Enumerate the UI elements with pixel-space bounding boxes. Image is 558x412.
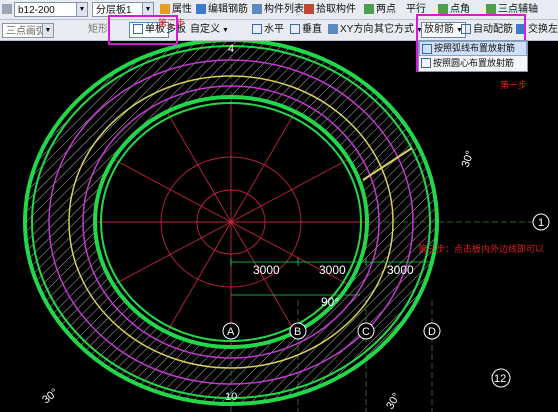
list-icon — [252, 4, 262, 15]
svg-text:B: B — [294, 326, 301, 338]
step3-annotation: 第三步：点击板内外边线即可以 — [418, 243, 544, 254]
properties-icon — [160, 4, 170, 15]
axis-marker-b[interactable]: B — [289, 322, 307, 340]
component-list-label: 构件列表 — [264, 4, 304, 15]
svg-text:12: 12 — [494, 373, 506, 385]
component-list-button[interactable]: 构件列表 — [252, 2, 304, 18]
axis-marker-10[interactable]: 10 — [225, 391, 237, 403]
chevron-down-icon: ▼ — [220, 27, 229, 34]
pin-icon[interactable] — [2, 2, 14, 18]
angle-30-bottom: 30° — [384, 391, 403, 411]
rebar-spec-value: b12-200 — [18, 5, 55, 16]
arc-icon — [422, 44, 432, 54]
axis-marker-1[interactable]: 1 — [532, 213, 550, 231]
custom-button[interactable]: 自定义 ▼ — [190, 22, 229, 38]
xy-direction-button[interactable]: XY方向 — [328, 22, 373, 38]
axis-marker-a[interactable]: A — [222, 322, 240, 340]
angle-30-left: 30° — [40, 386, 60, 406]
edit-rebar-button[interactable]: 编辑钢筋 — [196, 2, 248, 18]
drawing-canvas[interactable]: 3000 3000 3000 90° 30° 30° 30° 4 10 1 12… — [0, 41, 558, 412]
rectangle-label: 矩形 — [88, 24, 108, 35]
point-angle-icon — [438, 4, 448, 15]
horizontal-button[interactable]: 水平 — [252, 22, 284, 38]
pick-component-label: 拾取构件 — [316, 4, 356, 15]
angle-30-right: 30° — [460, 149, 477, 169]
menu-item-by-center[interactable]: 按照圆心布置放射筋 — [419, 56, 527, 71]
axis-marker-4[interactable]: 4 — [228, 43, 234, 55]
other-method-label: 其它方式 — [374, 24, 414, 35]
menu-item-by-center-label: 按照圆心布置放射筋 — [433, 58, 515, 68]
svg-text:A: A — [227, 326, 235, 338]
highlight-single-slab — [108, 15, 178, 45]
axis-icon — [486, 4, 496, 15]
svg-text:C: C — [362, 326, 370, 338]
vertical-icon — [290, 24, 300, 35]
pick-component-button[interactable]: 拾取构件 — [304, 2, 356, 18]
edit-icon — [196, 4, 206, 15]
svg-text:4: 4 — [228, 43, 234, 55]
axis-marker-d[interactable]: D — [423, 322, 441, 340]
xy-direction-label: XY方向 — [340, 24, 374, 35]
vertical-button[interactable]: 垂直 — [290, 22, 322, 38]
svg-text:1: 1 — [538, 217, 544, 229]
step1-annotation: 第一步 — [500, 79, 527, 90]
menu-item-by-arc-label: 按照弧线布置放射筋 — [434, 43, 516, 53]
edit-rebar-label: 编辑钢筋 — [208, 4, 248, 15]
svg-text:10: 10 — [225, 391, 237, 403]
dimension-3000-b: 3000 — [319, 263, 346, 277]
xy-icon — [328, 24, 338, 35]
two-points-label: 两点 — [376, 4, 396, 15]
swap-label: 交换左 — [528, 24, 558, 35]
draw-mode-select[interactable]: 三点画弧 ▼ — [2, 23, 54, 38]
custom-label: 自定义 — [190, 24, 220, 35]
dimension-3000-c: 3000 — [387, 263, 414, 277]
menu-item-by-arc[interactable]: 按照弧线布置放射筋 — [419, 41, 527, 56]
rectangle-button[interactable]: 矩形 — [88, 22, 108, 38]
radial-rebar-menu: 按照弧线布置放射筋 按照圆心布置放射筋 — [418, 40, 528, 72]
rebar-spec-select[interactable]: b12-200 ▼ — [14, 2, 88, 17]
vertical-label: 垂直 — [302, 24, 322, 35]
properties-label: 属性 — [172, 4, 192, 15]
two-points-button[interactable]: 两点 — [364, 2, 396, 18]
angle-90: 90° — [321, 295, 339, 309]
center-icon — [421, 58, 431, 68]
chevron-down-icon: ▼ — [42, 24, 53, 37]
axis-marker-c[interactable]: C — [357, 322, 375, 340]
pick-icon — [304, 4, 314, 15]
dimension-3000-a: 3000 — [253, 263, 280, 277]
chevron-down-icon: ▼ — [76, 3, 87, 16]
axis-marker-12[interactable]: 12 — [491, 368, 511, 388]
horizontal-icon — [252, 24, 262, 35]
svg-text:D: D — [428, 326, 436, 338]
draw-mode-value: 三点画弧 — [6, 26, 46, 37]
horizontal-label: 水平 — [264, 24, 284, 35]
two-points-icon — [364, 4, 374, 15]
